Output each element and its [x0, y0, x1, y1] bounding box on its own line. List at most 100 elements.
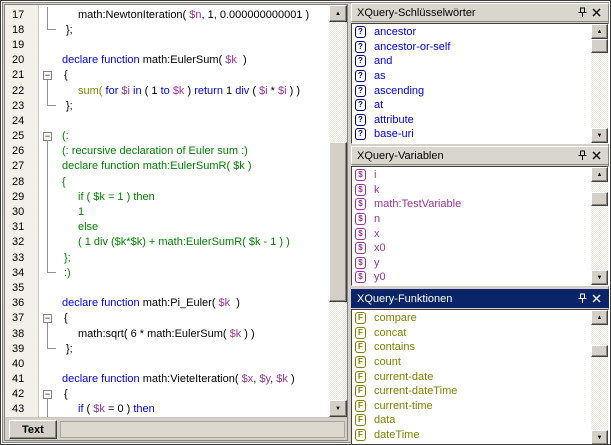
code-line[interactable]: 38math:sqrt( 6 * math:EulerSum( $k ) )	[5, 326, 329, 341]
scroll-up-button[interactable]: ▲	[591, 24, 608, 39]
code-line[interactable]: 20declare function math:EulerSum( $k )	[5, 53, 329, 68]
variable-list[interactable]: $i$k$math:TestVariable$n$x$x0$y$y0 ▲ ▼	[351, 166, 609, 286]
scrollbar-thumb[interactable]	[591, 345, 608, 357]
code-line[interactable]: 36declare function math:Pi_Euler( $k )	[5, 296, 329, 311]
code-line[interactable]: 27declare function math:EulerSumR( $k )	[5, 159, 329, 174]
list-item[interactable]: ?ascending	[352, 83, 591, 98]
list-item[interactable]: Fcurrent-date	[352, 369, 591, 384]
list-item[interactable]: $x	[352, 226, 591, 241]
code-text: {	[62, 176, 329, 188]
list-item-label: concat	[374, 327, 406, 339]
list-item[interactable]: $n	[352, 212, 591, 227]
line-number: 36	[5, 297, 39, 309]
code-line[interactable]: 39};	[5, 341, 329, 356]
fold-margin[interactable]: −	[39, 311, 62, 326]
list-item[interactable]: ?attribute	[352, 113, 591, 128]
list-item[interactable]: $y0	[352, 270, 591, 285]
scrollbar-thumb[interactable]	[591, 39, 608, 53]
code-line[interactable]: 40	[5, 356, 329, 371]
scroll-up-button[interactable]: ▲	[591, 167, 608, 182]
panel-scrollbar[interactable]: ▲ ▼	[591, 167, 608, 285]
code-line[interactable]: 26(: recursive declaration of Euler sum …	[5, 144, 329, 159]
editor-viewport[interactable]: 17math:NewtonIteration( $n, 1, 0.0000000…	[5, 5, 329, 417]
list-item[interactable]: Fcompare	[352, 311, 591, 326]
code-line[interactable]: 42−{	[5, 387, 329, 402]
list-item[interactable]: ?and	[352, 54, 591, 69]
list-item[interactable]: $x0	[352, 241, 591, 256]
code-line[interactable]: 301	[5, 204, 329, 219]
code-line[interactable]: 23};	[5, 98, 329, 113]
function-list[interactable]: FcompareFconcatFcontainsFcountFcurrent-d…	[351, 309, 609, 445]
code-line[interactable]: 17math:NewtonIteration( $n, 1, 0.0000000…	[5, 7, 329, 22]
code-line[interactable]: 24	[5, 113, 329, 128]
code-line[interactable]: 37−{	[5, 311, 329, 326]
code-line[interactable]: 33};	[5, 250, 329, 265]
scroll-down-button[interactable]: ▼	[591, 128, 608, 143]
list-item[interactable]: $y	[352, 256, 591, 271]
code-line[interactable]: 35	[5, 280, 329, 295]
code-line[interactable]: 41declare function math:VieteIteration( …	[5, 372, 329, 387]
close-icon[interactable]	[589, 292, 603, 305]
list-item[interactable]: $k	[352, 183, 591, 198]
keyword-icon: ?	[355, 143, 366, 144]
scroll-down-button[interactable]: ▼	[329, 400, 347, 417]
fold-collapse-icon[interactable]: −	[43, 71, 52, 80]
close-icon[interactable]	[589, 6, 603, 19]
pin-icon[interactable]	[575, 292, 589, 305]
code-line[interactable]: 22sum( for $i in ( 1 to $k ) return 1 di…	[5, 83, 329, 98]
keyword-icon: ?	[355, 41, 366, 53]
editor-horizontal-scrollbar[interactable]	[60, 421, 345, 438]
code-line[interactable]: 29if ( $k = 1 ) then	[5, 189, 329, 204]
scroll-up-button[interactable]: ▲	[591, 310, 608, 325]
code-line[interactable]: 32( 1 div ($k*$k) + math:EulerSumR( $k -…	[5, 235, 329, 250]
scroll-up-button[interactable]: ▲	[329, 5, 347, 22]
scroll-down-button[interactable]: ▼	[591, 270, 608, 285]
code-editor[interactable]: 17math:NewtonIteration( $n, 1, 0.0000000…	[4, 4, 348, 441]
fold-margin[interactable]: −	[39, 387, 62, 402]
code-line[interactable]: 19	[5, 37, 329, 52]
scrollbar-thumb[interactable]	[329, 142, 347, 302]
editor-vertical-scrollbar[interactable]: ▲ ▼	[329, 5, 347, 417]
tab-text-view[interactable]: Text	[9, 420, 57, 439]
fold-collapse-icon[interactable]: −	[43, 314, 52, 323]
list-item[interactable]: ?as	[352, 69, 591, 84]
variable-icon: $	[355, 228, 366, 240]
fold-collapse-icon[interactable]: −	[43, 390, 52, 399]
keyword-list[interactable]: ?ancestor?ancestor-or-self?and?as?ascend…	[351, 23, 609, 144]
list-item[interactable]: Fdata	[352, 413, 591, 428]
line-number: 24	[5, 115, 39, 127]
fold-margin	[39, 280, 62, 295]
pin-icon[interactable]	[575, 6, 589, 19]
code-line[interactable]: 28{	[5, 174, 329, 189]
fold-margin[interactable]: −	[39, 68, 62, 83]
list-item[interactable]: FdateTime	[352, 428, 591, 443]
list-item[interactable]: Fcurrent-dateTime	[352, 384, 591, 399]
fold-collapse-icon[interactable]: −	[43, 132, 52, 141]
code-line[interactable]: 18};	[5, 22, 329, 37]
list-item[interactable]: ?base-uri	[352, 127, 591, 142]
list-item[interactable]: ?boundary-space	[352, 142, 591, 144]
list-item[interactable]: ?ancestor	[352, 25, 591, 40]
list-item[interactable]: $math:TestVariable	[352, 197, 591, 212]
list-item[interactable]: Fcurrent-time	[352, 399, 591, 414]
list-item[interactable]: Fconcat	[352, 326, 591, 341]
code-line[interactable]: 31else	[5, 220, 329, 235]
code-line[interactable]: 25−(:	[5, 129, 329, 144]
code-line[interactable]: 34:)	[5, 265, 329, 280]
scroll-down-button[interactable]: ▼	[591, 430, 608, 445]
code-line[interactable]: 43if ( $k = 0 ) then	[5, 402, 329, 417]
editor-tab-strip: Text	[5, 417, 347, 440]
scrollbar-thumb[interactable]	[591, 192, 608, 206]
code-line[interactable]: 21−{	[5, 68, 329, 83]
panel-scrollbar[interactable]: ▲ ▼	[591, 24, 608, 143]
list-item[interactable]: ?ancestor-or-self	[352, 40, 591, 55]
list-item[interactable]: ?at	[352, 98, 591, 113]
pin-icon[interactable]	[575, 149, 589, 162]
panel-scrollbar[interactable]: ▲ ▼	[591, 310, 608, 445]
fold-margin[interactable]: −	[39, 129, 62, 144]
line-number: 23	[5, 100, 39, 112]
list-item[interactable]: Fcount	[352, 355, 591, 370]
close-icon[interactable]	[589, 149, 603, 162]
list-item[interactable]: $i	[352, 168, 591, 183]
list-item[interactable]: Fcontains	[352, 340, 591, 355]
